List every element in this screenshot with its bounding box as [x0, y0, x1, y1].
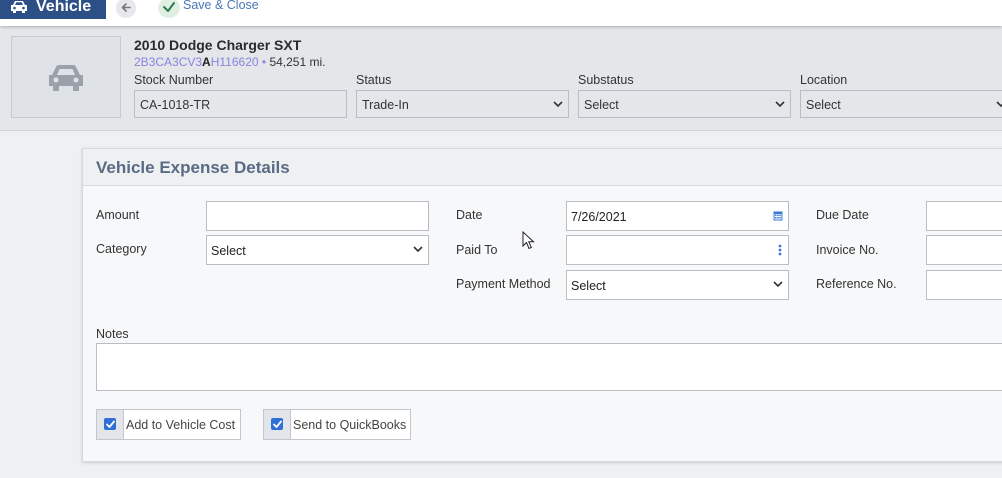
vehicle-thumbnail[interactable]	[11, 36, 121, 118]
calendar-icon[interactable]	[773, 210, 783, 221]
mouse-cursor-icon	[522, 231, 535, 250]
car-icon	[49, 65, 83, 91]
date-label: Date	[456, 208, 483, 222]
due-date-label: Due Date	[816, 208, 869, 222]
vehicle-tab-label: Vehicle	[36, 0, 92, 15]
notes-textarea[interactable]	[96, 343, 1002, 391]
vehicle-header: 2010 Dodge Charger SXT 2B3CA3CV3AH116620…	[0, 26, 1002, 131]
stock-number-field[interactable]: CA-1018-TR	[134, 90, 347, 118]
vehicle-title: 2010 Dodge Charger SXT	[134, 37, 302, 53]
payment-method-select[interactable]: Select	[566, 270, 789, 300]
top-bar: Vehicle Save & Close	[0, 0, 1002, 26]
checkmark-icon	[106, 420, 115, 428]
amount-input[interactable]	[206, 201, 429, 231]
checkmark-icon	[273, 420, 282, 428]
stock-number-label: Stock Number	[134, 73, 214, 87]
substatus-label: Substatus	[578, 73, 634, 87]
status-label: Status	[356, 73, 392, 87]
chevron-down-icon	[775, 101, 785, 108]
vehicle-tab[interactable]: Vehicle	[0, 0, 106, 19]
payment-method-label: Payment Method	[456, 277, 551, 291]
send-quickbooks-label: Send to QuickBooks	[293, 418, 407, 432]
category-select[interactable]: Select	[206, 235, 429, 265]
amount-label: Amount	[96, 208, 140, 222]
chevron-down-icon	[773, 281, 783, 288]
reference-input[interactable]	[926, 270, 1002, 300]
add-vehicle-cost-checkbox[interactable]: Add to Vehicle Cost	[96, 409, 241, 440]
car-icon	[10, 0, 28, 17]
chevron-down-icon	[553, 101, 563, 108]
card-title: Vehicle Expense Details	[96, 158, 290, 177]
vin[interactable]: 2B3CA3CV3AH116620	[134, 55, 259, 69]
paid-to-input[interactable]	[566, 235, 789, 265]
location-label: Location	[800, 73, 848, 87]
paid-to-label: Paid To	[456, 243, 498, 257]
substatus-select[interactable]: Select	[578, 90, 791, 118]
date-input[interactable]: 7/26/2021	[566, 201, 789, 231]
card-header: Vehicle Expense Details	[83, 149, 1002, 186]
invoice-input[interactable]	[926, 235, 1002, 265]
mileage: 54,251 mi.	[269, 55, 326, 69]
chevron-down-icon	[413, 246, 423, 253]
notes-label: Notes	[96, 327, 129, 341]
add-vehicle-cost-label: Add to Vehicle Cost	[126, 418, 236, 432]
send-quickbooks-checkbox[interactable]: Send to QuickBooks	[263, 409, 411, 440]
chevron-down-icon	[996, 101, 1002, 108]
save-close-label: Save & Close	[183, 0, 259, 12]
reference-label: Reference No.	[816, 277, 897, 291]
arrow-left-icon	[121, 3, 131, 12]
category-label: Category	[96, 242, 147, 256]
checkmark-icon	[158, 0, 180, 18]
kebab-menu-icon[interactable]	[778, 244, 782, 256]
back-button[interactable]	[116, 0, 136, 18]
invoice-label: Invoice No.	[816, 243, 879, 257]
location-select[interactable]: Select	[800, 90, 1002, 118]
expense-details-card: Vehicle Expense Details Amount Category …	[82, 148, 1002, 462]
vehicle-subtitle: 2B3CA3CV3AH116620 • 54,251 mi.	[134, 55, 326, 69]
due-date-input[interactable]	[926, 201, 1002, 231]
status-select[interactable]: Trade-In	[356, 90, 569, 118]
